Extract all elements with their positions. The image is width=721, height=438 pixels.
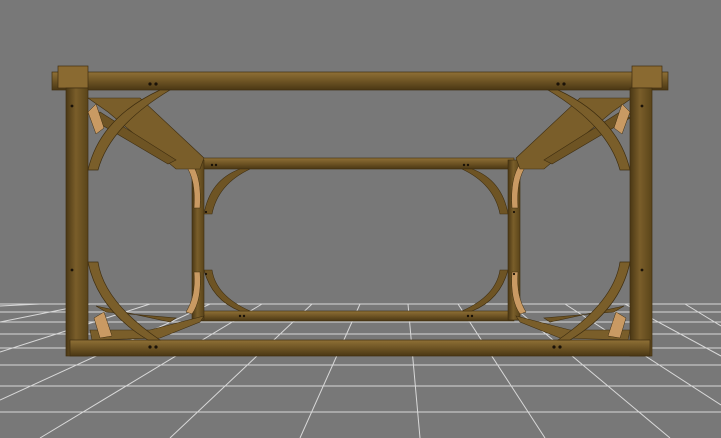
front-left-post-cap [57, 65, 89, 89]
back-brace-top-right [461, 168, 509, 215]
back-top-beam [199, 157, 515, 170]
front-top-beam [51, 71, 669, 91]
back-frame [185, 157, 527, 322]
front-right-post [629, 87, 653, 357]
timber-frame-scene [0, 65, 721, 438]
back-brace-top-left [203, 168, 251, 215]
front-right-post-cap [631, 65, 663, 89]
back-brace-bottom-left [203, 269, 251, 312]
back-brace-bottom-right [461, 269, 509, 312]
side-top-right [515, 97, 633, 170]
3d-viewport[interactable] [0, 0, 721, 438]
front-left-post [65, 87, 89, 357]
